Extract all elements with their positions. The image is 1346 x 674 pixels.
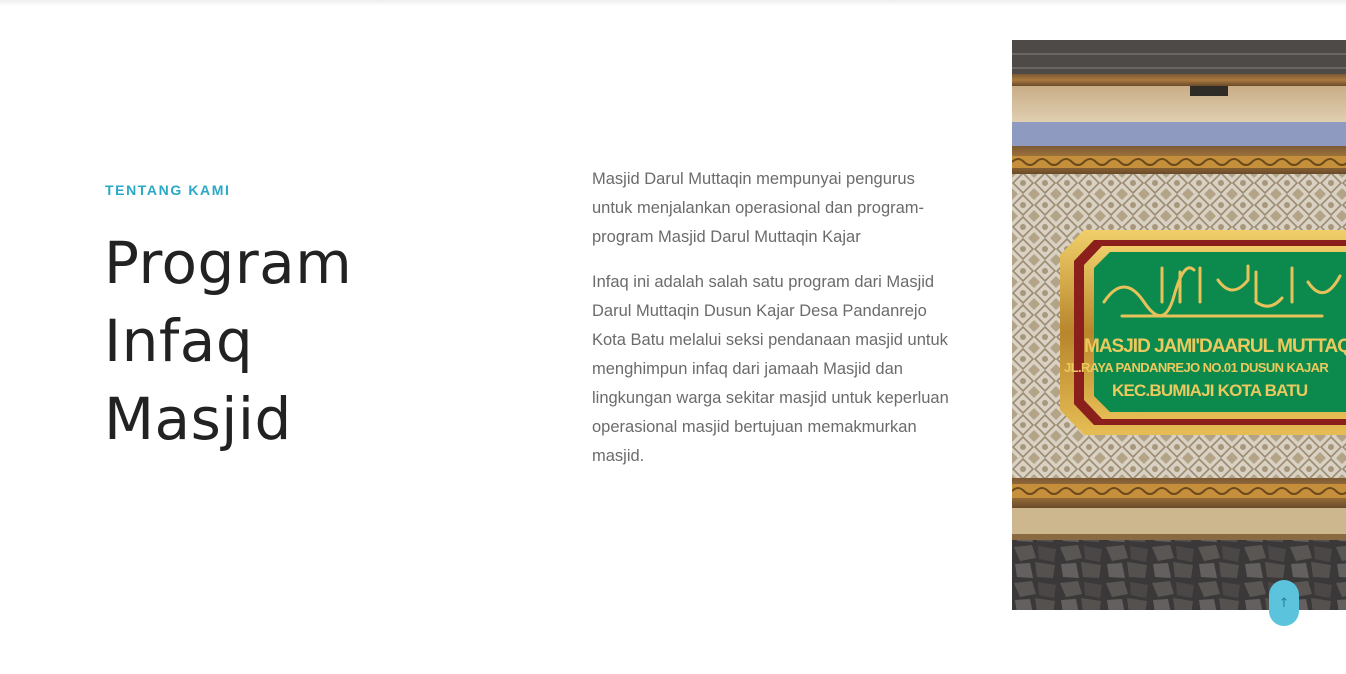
sign-line: JL.RAYA PANDANREJO NO.01 DUSUN KAJAR [1064,360,1329,375]
section-title: Program Infaq Masjid [104,224,444,458]
sign-line: KEC.BUMIAJI KOTA BATU [1112,381,1308,400]
about-text: Masjid Darul Muttaqin mempunyai pengurus… [592,165,952,487]
about-paragraph: Infaq ini adalah salah satu program dari… [592,273,949,465]
sign-line: MASJID JAMI'DAARUL MUTTAQIN [1084,336,1346,357]
header-shadow [0,0,1346,6]
section-eyebrow: TENTANG KAMI [105,182,231,198]
arrow-up-icon: ↑ [1278,595,1290,611]
about-paragraph: Masjid Darul Muttaqin mempunyai pengurus… [592,170,925,246]
title-line: Infaq [104,307,254,375]
scroll-to-top-button[interactable]: ↑ [1269,580,1299,626]
mosque-sign-photo: MASJID JAMI'DAARUL MUTTAQIN JL.RAYA PAND… [1012,40,1346,610]
title-line: Program [104,229,353,297]
title-line: Masjid [104,385,292,453]
